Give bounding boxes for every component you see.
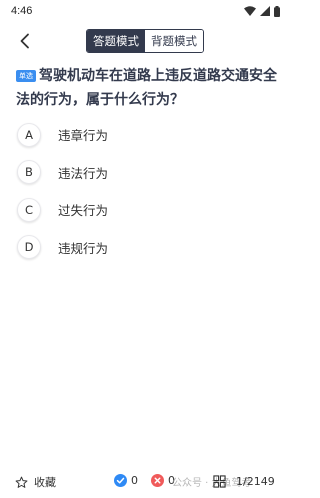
battery-icon: [274, 5, 280, 17]
option-b[interactable]: B 违法行为: [17, 154, 277, 192]
status-bar: 4:46: [0, 0, 290, 24]
status-time: 4:46: [11, 5, 33, 17]
grid-icon: [213, 475, 226, 488]
back-button[interactable]: [12, 28, 38, 54]
tab-answer-mode[interactable]: 答题模式: [87, 30, 145, 52]
options-list: A 违章行为 B 违法行为 C 过失行为 D 违规行为: [17, 116, 277, 266]
option-c[interactable]: C 过失行为: [17, 191, 277, 229]
favorite-label: 收藏: [34, 476, 56, 489]
signal-icon: [260, 6, 270, 16]
option-text: 违法行为: [58, 165, 109, 181]
option-letter: A: [17, 122, 41, 147]
option-text: 违规行为: [58, 240, 109, 256]
mode-toggle: 答题模式 背题模式: [86, 29, 204, 53]
bottom-bar: 收藏 0 0 公众号 · 大鱼驾考 1/2149: [0, 466, 290, 498]
option-letter: B: [17, 160, 41, 185]
favorite-button[interactable]: 收藏: [15, 474, 56, 490]
correct-count-value: 0: [131, 474, 138, 487]
check-circle-icon: [114, 474, 127, 487]
option-text: 违章行为: [58, 128, 109, 144]
option-a[interactable]: A 违章行为: [17, 116, 277, 154]
option-letter: D: [17, 235, 41, 260]
question-grid-button[interactable]: [213, 473, 226, 492]
correct-count: 0: [114, 474, 138, 487]
option-text: 过失行为: [58, 203, 109, 219]
star-icon: [15, 476, 28, 488]
close-circle-icon: [151, 474, 164, 487]
back-arrow-icon: [20, 33, 29, 49]
header: 答题模式 背题模式: [0, 24, 290, 60]
status-icons: [244, 5, 280, 17]
option-d[interactable]: D 违规行为: [17, 229, 277, 267]
option-letter: C: [17, 197, 41, 222]
tab-study-mode[interactable]: 背题模式: [145, 30, 203, 52]
progress-indicator: 1/2149: [236, 475, 275, 488]
question-type-badge: 单选: [16, 70, 36, 82]
wifi-icon: [244, 6, 256, 16]
question: 单选 驾驶机动车在道路上违反道路交通安全法的行为，属于什么行为？: [16, 64, 278, 112]
question-text: 驾驶机动车在道路上违反道路交通安全法的行为，属于什么行为？: [16, 68, 277, 108]
